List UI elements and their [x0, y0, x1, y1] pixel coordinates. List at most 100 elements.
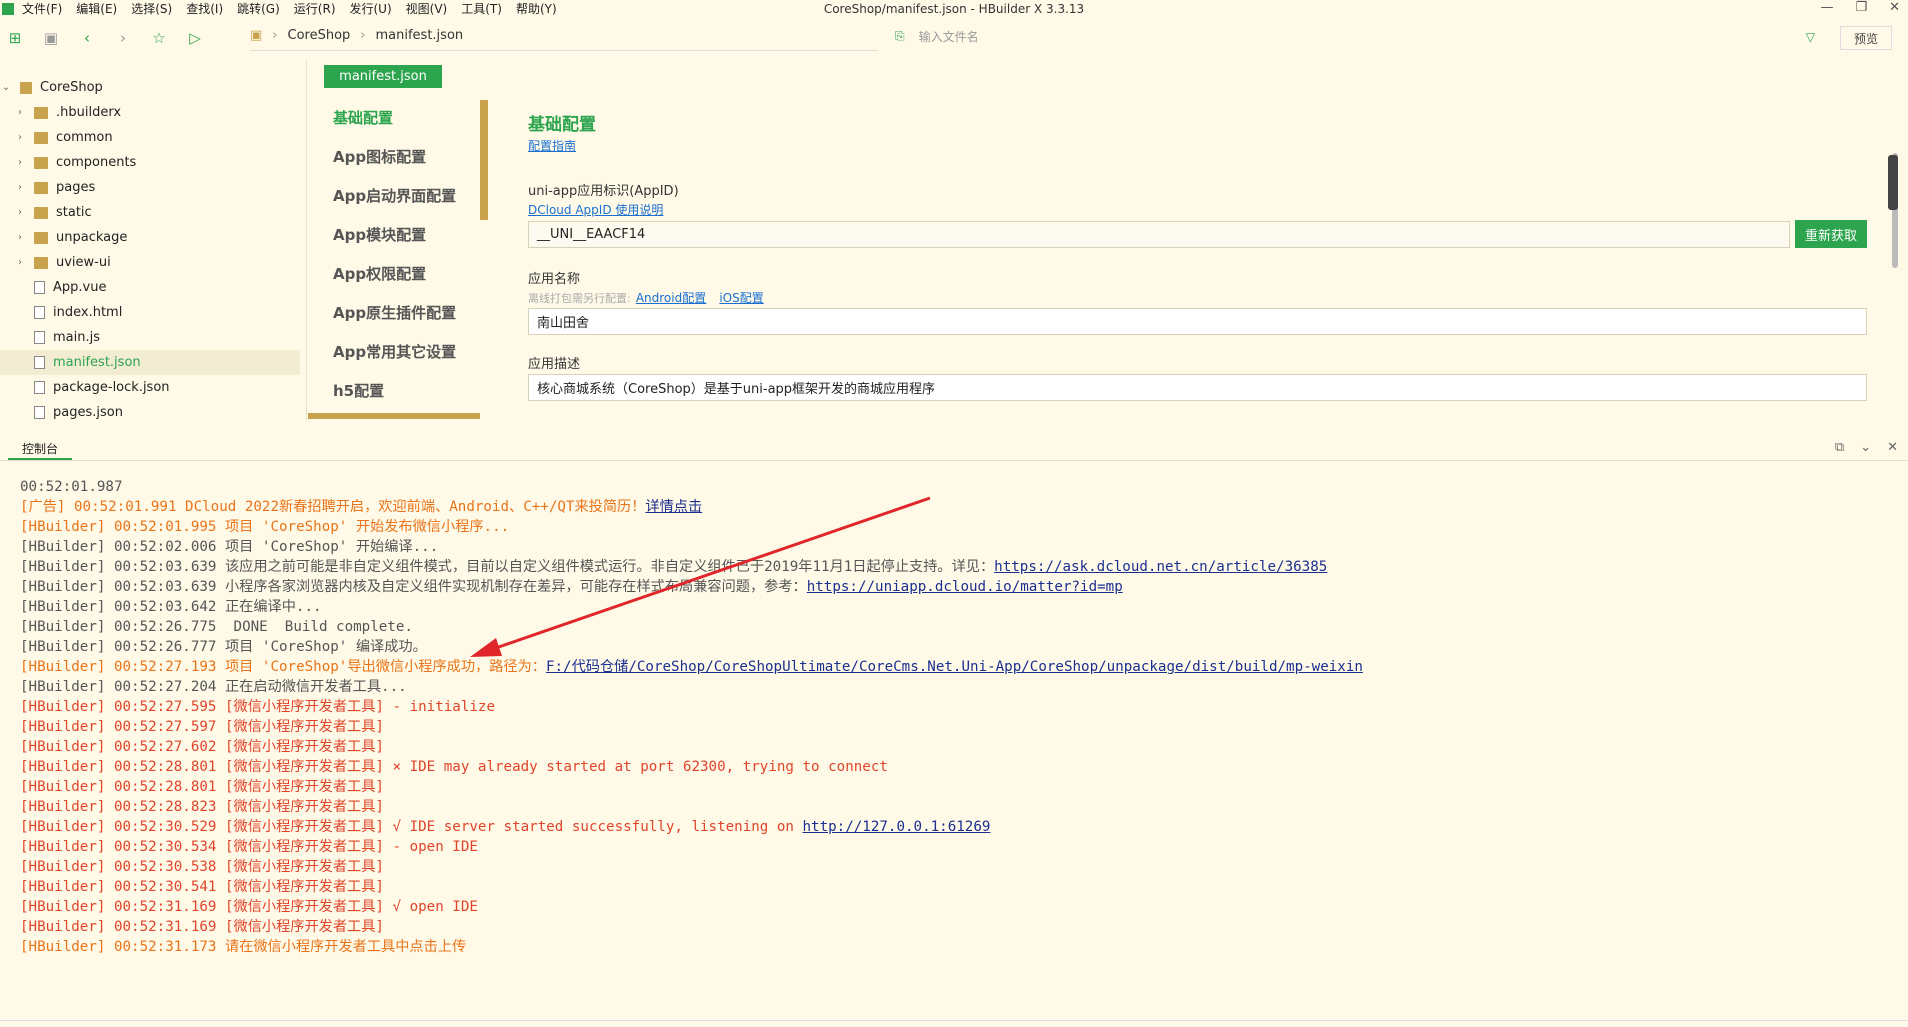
sidebar-divider[interactable]: [306, 60, 307, 420]
console-text: [HBuilder] 00:52:26.777 项目 'CoreShop' 编译…: [20, 639, 427, 655]
tree-item[interactable]: › common: [0, 125, 300, 150]
menu-item[interactable]: 文件(F): [22, 0, 62, 17]
chevron-right-icon[interactable]: ›: [14, 107, 26, 118]
star-icon[interactable]: ☆: [148, 27, 170, 49]
tree-item[interactable]: › .hbuilderx: [0, 100, 300, 125]
file-icon: [34, 281, 45, 294]
config-nav-item[interactable]: App原生插件配置: [308, 293, 488, 332]
console-line: 00:52:01.987: [20, 477, 1900, 497]
tree-item[interactable]: › pages: [0, 175, 300, 200]
refresh-appid-button[interactable]: 重新获取: [1795, 220, 1867, 248]
chevron-down-icon[interactable]: ⌄: [1860, 440, 1871, 455]
tab-manifest[interactable]: manifest.json: [324, 65, 442, 88]
menu-item[interactable]: 发行(U): [350, 0, 392, 17]
chevron-right-icon[interactable]: ›: [14, 132, 26, 143]
console-text: [HBuilder] 00:52:27.204 正在启动微信开发者工具...: [20, 679, 407, 695]
config-nav-item[interactable]: App启动界面配置: [308, 176, 488, 215]
console-link[interactable]: 详情点击: [645, 499, 702, 515]
chevron-right-icon[interactable]: ›: [14, 257, 26, 268]
tree-item[interactable]: package-lock.json: [0, 375, 300, 400]
appid-input[interactable]: __UNI__EAACF14: [528, 220, 1790, 248]
close-icon[interactable]: ✕: [1889, 0, 1900, 15]
ios-config-link[interactable]: iOS配置: [719, 291, 763, 305]
menu-bar: 文件(F) 编辑(E) 选择(S) 查找(I) 跳转(G) 运行(R) 发行(U) 视图(V)…: [0, 0, 1908, 17]
file-search-icon: ⎘: [895, 29, 905, 43]
filter-icon[interactable]: ▽: [1806, 30, 1815, 44]
run-icon[interactable]: ▷: [184, 27, 206, 49]
tree-item[interactable]: index.html: [0, 300, 300, 325]
tree-item-label: static: [56, 205, 92, 220]
minimize-icon[interactable]: —: [1820, 0, 1833, 15]
android-config-link[interactable]: Android配置: [636, 291, 706, 305]
config-nav-item[interactable]: 基础配置: [308, 98, 488, 137]
tree-item[interactable]: main.js: [0, 325, 300, 350]
project-tree: ⌄ CoreShop › .hbuilderx › common › components…: [0, 75, 300, 420]
config-nav-item[interactable]: App图标配置: [308, 137, 488, 176]
open-external-icon[interactable]: ⧉: [1835, 440, 1844, 455]
editor-scroll-thumb[interactable]: [1888, 155, 1898, 210]
app-desc-input[interactable]: 核心商城系统（CoreShop）是基于uni-app框架开发的商城应用程序: [528, 374, 1867, 401]
console-line: [HBuilder] 00:52:03.639 该应用之前可能是非自定义组件模式…: [20, 557, 1900, 577]
console-link[interactable]: http://127.0.0.1:61269: [803, 819, 991, 835]
breadcrumb-file[interactable]: manifest.json: [376, 28, 464, 43]
menu-item[interactable]: 查找(I): [186, 0, 223, 17]
file-search-input[interactable]: 输入文件名: [919, 28, 979, 45]
console-line: [HBuilder] 00:52:26.777 项目 'CoreShop' 编译…: [20, 637, 1900, 657]
config-nav-item[interactable]: App模块配置: [308, 215, 488, 254]
config-nav-indicator: [480, 100, 488, 220]
tab-console[interactable]: 控制台: [8, 438, 73, 460]
chevron-right-icon[interactable]: ›: [14, 232, 26, 243]
menu-item[interactable]: 工具(T): [461, 0, 502, 17]
chevron-right-icon[interactable]: ›: [14, 157, 26, 168]
new-file-icon[interactable]: ⊞: [4, 27, 26, 49]
clear-console-icon[interactable]: ✕: [1887, 440, 1898, 455]
back-icon[interactable]: ‹: [76, 27, 98, 49]
menu-item[interactable]: 选择(S): [131, 0, 172, 17]
console-line: [HBuilder] 00:52:03.642 正在编译中...: [20, 597, 1900, 617]
breadcrumb-project[interactable]: CoreShop: [288, 28, 351, 43]
file-icon: [34, 306, 45, 319]
tree-root[interactable]: ⌄ CoreShop: [0, 75, 300, 100]
tree-item[interactable]: App.vue: [0, 275, 300, 300]
guide-link[interactable]: 配置指南: [528, 139, 576, 153]
tree-item[interactable]: pages.json: [0, 400, 300, 420]
menu-item[interactable]: 运行(R): [294, 0, 336, 17]
file-search[interactable]: ⎘ 输入文件名 ▽: [895, 28, 1815, 45]
file-icon: [34, 406, 45, 419]
console-link[interactable]: https://uniapp.dcloud.io/matter?id=mp: [807, 579, 1123, 595]
tree-item[interactable]: › unpackage: [0, 225, 300, 250]
app-name-input[interactable]: 南山田舍: [528, 308, 1867, 335]
project-icon: ▣: [250, 28, 263, 43]
console-line: [HBuilder] 00:52:31.169 [微信小程序开发者工具] √ o…: [20, 897, 1900, 917]
tree-item[interactable]: › static: [0, 200, 300, 225]
config-nav-item[interactable]: h5配置: [308, 371, 488, 410]
tree-item[interactable]: › uview-ui: [0, 250, 300, 275]
console-link[interactable]: https://ask.dcloud.net.cn/article/36385: [994, 559, 1327, 575]
save-icon[interactable]: ▣: [40, 27, 62, 49]
console-text: [HBuilder] 00:52:31.169 [微信小程序开发者工具] √ o…: [20, 899, 478, 915]
chevron-down-icon[interactable]: ⌄: [0, 82, 12, 93]
tree-item-label: .hbuilderx: [56, 105, 122, 120]
config-nav-item[interactable]: App权限配置: [308, 254, 488, 293]
console-text: [HBuilder] 00:52:28.801 [微信小程序开发者工具] × I…: [20, 759, 888, 775]
console-text: [HBuilder] 00:52:30.534 [微信小程序开发者工具] - o…: [20, 839, 478, 855]
folder-icon: [34, 231, 48, 244]
config-nav-item[interactable]: App常用其它设置: [308, 332, 488, 371]
menu-item[interactable]: 编辑(E): [76, 0, 117, 17]
menu-item[interactable]: 视图(V): [406, 0, 448, 17]
menu-item[interactable]: 帮助(Y): [516, 0, 557, 17]
tree-item[interactable]: › components: [0, 150, 300, 175]
preview-button[interactable]: 预览: [1840, 26, 1892, 50]
console-text: [HBuilder] 00:52:27.597 [微信小程序开发者工具]: [20, 719, 384, 735]
appid-help-link[interactable]: DCloud AppID 使用说明: [528, 203, 663, 217]
tree-item[interactable]: manifest.json: [0, 350, 300, 375]
chevron-right-icon[interactable]: ›: [14, 207, 26, 218]
menu-item[interactable]: 跳转(G): [237, 0, 280, 17]
forward-icon[interactable]: ›: [112, 27, 134, 49]
console-header: 控制台 ⧉ ⌄ ✕: [0, 438, 1908, 460]
console-link[interactable]: F:/代码仓储/CoreShop/CoreShopUltimate/CoreCm…: [546, 659, 1363, 675]
restore-icon[interactable]: ❐: [1855, 0, 1867, 15]
console-line: [HBuilder] 00:52:30.534 [微信小程序开发者工具] - o…: [20, 837, 1900, 857]
chevron-right-icon[interactable]: ›: [14, 182, 26, 193]
console-line: [HBuilder] 00:52:28.801 [微信小程序开发者工具]: [20, 777, 1900, 797]
